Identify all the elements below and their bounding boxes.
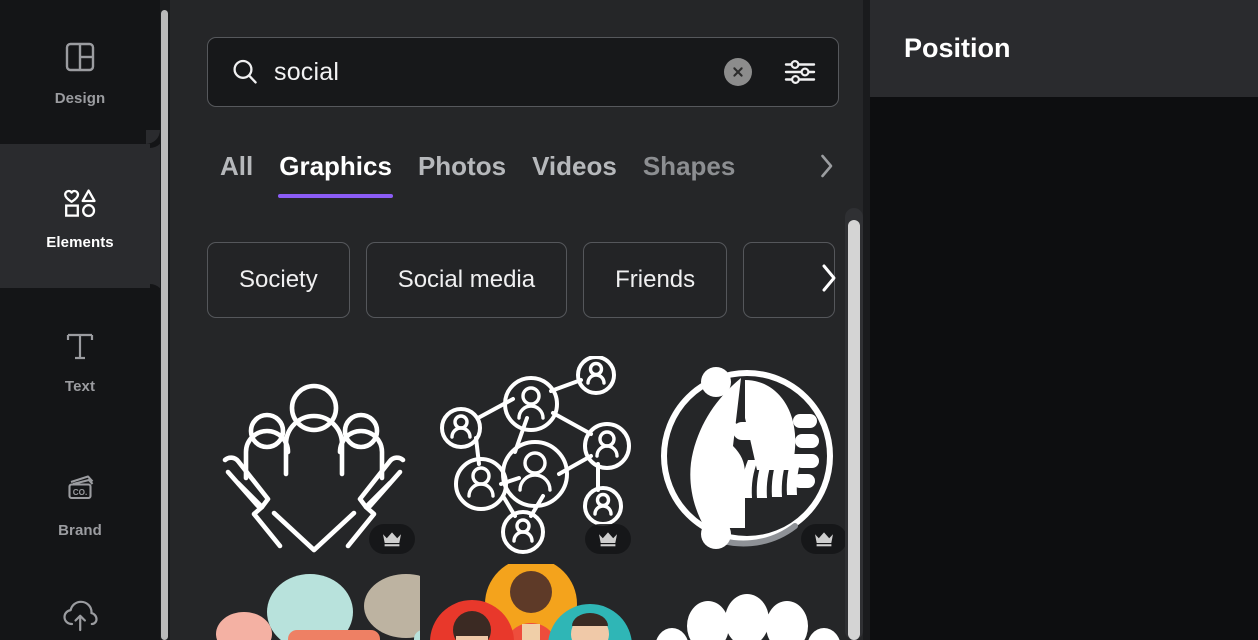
tab-all[interactable]: All	[207, 142, 266, 186]
active-tab-underline	[278, 194, 393, 198]
search-box[interactable]	[207, 37, 839, 107]
crown-icon	[813, 530, 835, 548]
sidebar-item-label: Elements	[46, 233, 114, 251]
chip-label: Social media	[397, 266, 536, 293]
chevron-right-icon	[818, 151, 836, 186]
pro-badge	[369, 524, 415, 554]
layout-icon	[58, 39, 102, 79]
position-panel-body	[870, 97, 1258, 640]
category-tabs: All Graphics Photos Videos Shapes	[207, 142, 847, 210]
result-tile-speech-bubbles[interactable]	[207, 560, 423, 640]
sidebar-item-label: Design	[54, 89, 106, 107]
shapes-icon	[58, 183, 102, 223]
result-tile-diverse-avatars[interactable]	[423, 560, 639, 640]
chips-scroll-right-button[interactable]	[808, 259, 850, 301]
tab-label: Videos	[532, 151, 617, 181]
tab-videos[interactable]: Videos	[519, 142, 630, 186]
cloud-upload-icon	[58, 594, 102, 634]
brand-card-icon: CO.	[58, 471, 102, 511]
page-title: Position	[904, 33, 1011, 63]
sidebar-item-brand[interactable]: CO. Brand	[0, 432, 160, 576]
tab-label: Shapes	[642, 151, 736, 181]
panel-right-edge	[863, 0, 870, 640]
search-bar	[207, 37, 839, 107]
results-scrollbar-thumb[interactable]	[848, 220, 860, 640]
sidebar-scrollbar[interactable]	[160, 0, 170, 640]
sidebar-item-design[interactable]: Design	[0, 0, 160, 144]
clear-search-button[interactable]	[724, 58, 752, 86]
tabs-scroll-right-button[interactable]	[807, 148, 847, 188]
position-panel-header: Position	[870, 0, 1258, 97]
tab-label: Graphics	[279, 151, 392, 181]
left-sidebar-rail: Design Elements Text CO. Brand	[0, 0, 160, 640]
pro-badge	[585, 524, 631, 554]
search-filter-button[interactable]	[780, 55, 820, 89]
result-tile-crowd-figures[interactable]	[639, 560, 855, 640]
related-search-chips: Society Social media Friends	[207, 242, 857, 318]
chevron-right-icon	[818, 261, 840, 300]
chip-label: Society	[239, 266, 318, 293]
tab-label: All	[220, 151, 254, 181]
results-scrollbar[interactable]	[845, 208, 863, 640]
crown-icon	[381, 530, 403, 548]
pro-badge	[801, 524, 847, 554]
chip-label: Friends	[615, 266, 696, 293]
sidebar-scrollbar-thumb[interactable]	[161, 10, 168, 640]
search-input[interactable]	[274, 57, 710, 87]
svg-text:CO.: CO.	[73, 488, 88, 497]
chip-friends[interactable]: Friends	[583, 242, 728, 318]
tab-label: Photos	[417, 151, 507, 181]
sidebar-item-elements[interactable]: Elements	[0, 130, 160, 302]
sidebar-item-label: Text	[64, 377, 96, 395]
result-tile-social-network[interactable]	[423, 352, 639, 560]
chip-society[interactable]: Society	[207, 242, 350, 318]
sidebar-item-text[interactable]: Text	[0, 288, 160, 432]
results-grid	[207, 352, 855, 640]
result-tile-people-in-hands[interactable]	[207, 352, 423, 560]
sidebar-item-uploads[interactable]	[0, 576, 160, 640]
right-properties-panel: Position	[870, 0, 1258, 640]
sidebar-item-label: Brand	[58, 521, 102, 539]
chip-social-media[interactable]: Social media	[365, 242, 568, 318]
tab-graphics[interactable]: Graphics	[266, 142, 405, 198]
elements-search-panel: All Graphics Photos Videos Shapes	[160, 0, 870, 640]
result-tile-helping-hands[interactable]	[639, 352, 855, 560]
tab-photos[interactable]: Photos	[405, 142, 519, 186]
search-icon	[230, 57, 260, 87]
crown-icon	[597, 530, 619, 548]
editor-window: Design Elements Text CO. Brand social Al…	[0, 0, 1258, 640]
text-t-icon	[58, 327, 102, 367]
tab-shapes[interactable]: Shapes	[630, 142, 749, 186]
